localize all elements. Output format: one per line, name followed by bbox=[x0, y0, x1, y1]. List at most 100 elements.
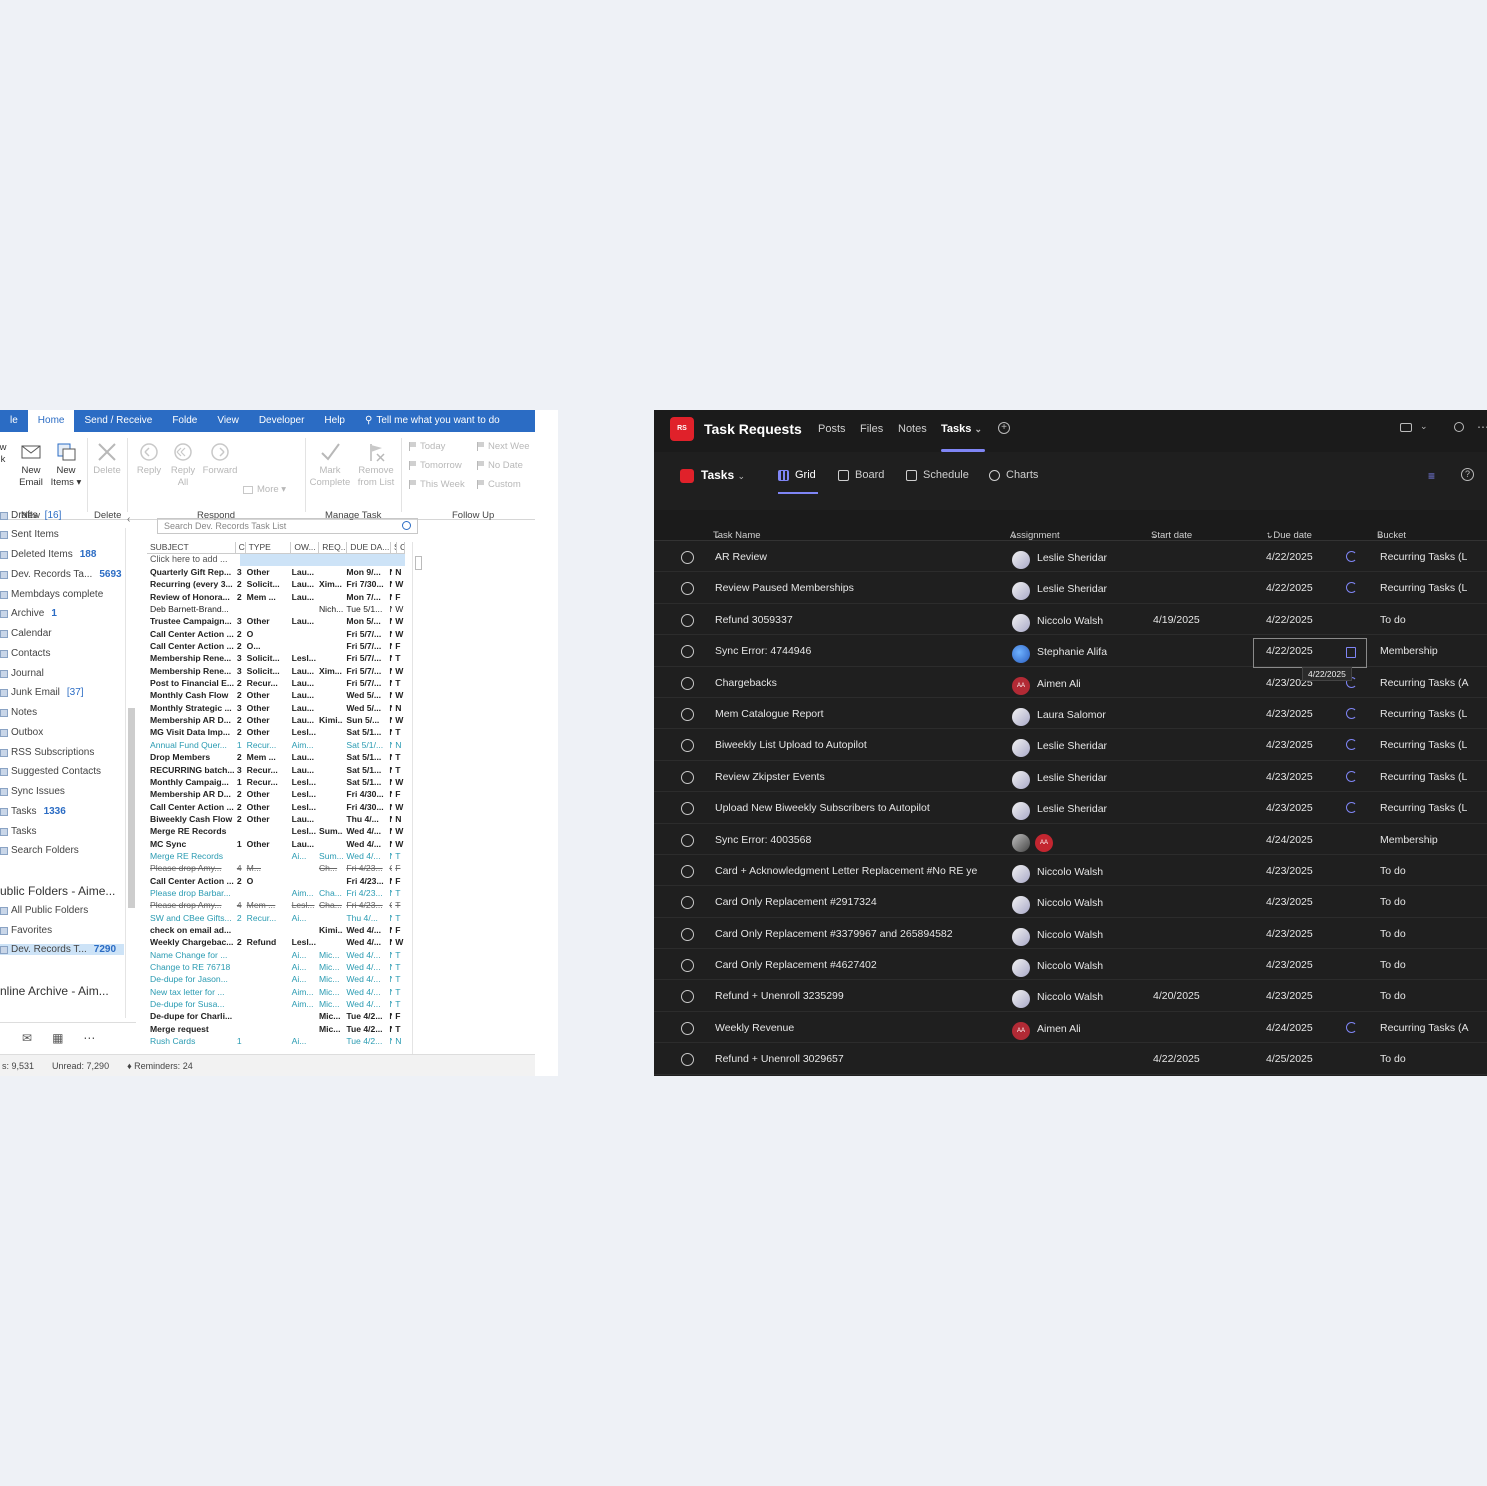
task-row[interactable]: Please drop Barbar... Aim... Cha... Fri 4/2… bbox=[147, 887, 405, 899]
task-row[interactable]: Refund + Unenroll 3235299 Niccolo Walsh 4/… bbox=[654, 980, 1487, 1012]
add-task-row[interactable]: Click here to add ... bbox=[147, 554, 405, 566]
due-date[interactable]: 4/24/2025 bbox=[1266, 1022, 1313, 1034]
complete-task-checkbox[interactable] bbox=[681, 613, 694, 627]
task-row[interactable]: Trustee Campaign... 3 Other Lau... Mon 5/...… bbox=[147, 615, 405, 627]
assignee-name[interactable]: Leslie Sheridar bbox=[1037, 772, 1107, 784]
due-date[interactable]: 4/22/2025 bbox=[1266, 551, 1313, 563]
assignee-avatar[interactable]: AA bbox=[1012, 676, 1030, 695]
complete-task-checkbox[interactable] bbox=[681, 1021, 694, 1035]
task-row[interactable]: Review Paused Memberships Leslie Sheridar… bbox=[654, 572, 1487, 604]
task-name[interactable]: Card Only Replacement #4627402 bbox=[715, 959, 877, 971]
delete-button[interactable]: Delete bbox=[92, 442, 122, 477]
public-folder-item[interactable]: Favorites bbox=[0, 925, 52, 936]
task-row[interactable]: Sync Error: 4003568 AA 4/24/2025 Membership bbox=[654, 824, 1487, 855]
complete-task-checkbox[interactable] bbox=[681, 551, 694, 564]
online-archive-header[interactable]: nline Archive - Aim... bbox=[0, 984, 109, 998]
view-board[interactable]: Board bbox=[838, 469, 884, 481]
assignee-name[interactable]: Aimen Ali bbox=[1037, 1023, 1081, 1035]
assignee-avatar[interactable] bbox=[1012, 990, 1030, 1009]
assignee-avatar[interactable] bbox=[1012, 864, 1030, 883]
task-row[interactable]: Deb Barnett-Brand...Nich...Tue 5/1...NW bbox=[147, 603, 405, 615]
assignee-avatar[interactable] bbox=[1012, 739, 1030, 758]
calendar-icon[interactable]: ▦ bbox=[52, 1031, 63, 1045]
complete-task-checkbox[interactable] bbox=[681, 927, 694, 941]
task-name[interactable]: Card Only Replacement #2917324 bbox=[715, 896, 877, 908]
bucket-name[interactable]: Recurring Tasks (L bbox=[1380, 551, 1467, 563]
task-row[interactable]: Card + Acknowledgment Letter Replacement… bbox=[654, 855, 1487, 887]
due-date-edit-cell[interactable] bbox=[1253, 638, 1367, 668]
task-name[interactable]: Refund + Unenroll 3029657 bbox=[715, 1053, 844, 1065]
assignee-avatar[interactable] bbox=[1012, 582, 1030, 601]
complete-task-checkbox[interactable] bbox=[681, 676, 694, 690]
complete-task-checkbox[interactable] bbox=[681, 990, 694, 1004]
assignee-name[interactable]: Niccolo Walsh bbox=[1037, 929, 1103, 941]
bucket-name[interactable]: To do bbox=[1380, 865, 1406, 877]
more-button[interactable]: More ▾ bbox=[243, 484, 286, 495]
more-dots-icon[interactable]: ⋯ bbox=[83, 1031, 95, 1045]
due-date[interactable]: 4/25/2025 bbox=[1266, 1053, 1313, 1065]
task-name[interactable]: Weekly Revenue bbox=[715, 1022, 794, 1034]
folder-item[interactable]: Dev. Records Ta... 5693 bbox=[0, 569, 122, 580]
assignee-avatar[interactable] bbox=[1012, 833, 1030, 852]
column-header-type[interactable]: TYPE bbox=[246, 542, 292, 553]
tab-notes[interactable]: Notes bbox=[898, 423, 927, 435]
task-row[interactable]: Card Only Replacement #3379967 and 26589… bbox=[654, 918, 1487, 950]
assignee-avatar[interactable] bbox=[1012, 645, 1030, 664]
task-row[interactable]: Membership AR D... 2 Other Lesl... Fri 4/30.… bbox=[147, 788, 405, 800]
task-name[interactable]: Chargebacks bbox=[715, 677, 777, 689]
task-row[interactable]: RECURRING batch... 3 Recur... Lau... Sat 5/1… bbox=[147, 764, 405, 776]
task-name[interactable]: Mem Catalogue Report bbox=[715, 708, 824, 720]
task-row[interactable]: Card Only Replacement #2917324 Niccolo Wa… bbox=[654, 886, 1487, 918]
due-date[interactable]: 4/23/2025 bbox=[1266, 990, 1313, 1002]
folder-item[interactable]: Drafts [16] bbox=[0, 510, 61, 521]
remove-from-list-button[interactable]: Remove from List bbox=[354, 442, 398, 489]
start-date[interactable]: 4/22/2025 bbox=[1153, 1053, 1200, 1065]
task-row[interactable]: De-dupe for Susa... Aim... Mic... Wed 4/...… bbox=[147, 998, 405, 1010]
complete-task-checkbox[interactable] bbox=[681, 1053, 694, 1067]
bucket-name[interactable]: Recurring Tasks (L bbox=[1380, 771, 1467, 783]
task-row[interactable]: SW and CBee Gifts... 2 Recur... Ai... Thu 4/… bbox=[147, 912, 405, 924]
task-row[interactable]: Mem Catalogue Report Laura Salomor 4/23/20… bbox=[654, 698, 1487, 730]
task-row[interactable]: Merge RE RecordsAi...Sum...Wed 4/...NT bbox=[147, 850, 405, 862]
task-name[interactable]: Review Paused Memberships bbox=[715, 582, 854, 594]
column-header-owner[interactable]: OW... bbox=[291, 542, 320, 553]
video-call-icon[interactable] bbox=[1400, 423, 1412, 432]
task-row[interactable]: Name Change for ...Ai...Mic...Wed 4/...N… bbox=[147, 949, 405, 961]
task-row[interactable]: Monthly Strategic ... 3 Other Lau... Wed 5/.… bbox=[147, 702, 405, 714]
column-header-due-date[interactable]: DUE DA... bbox=[347, 542, 392, 553]
reply-button[interactable]: Reply bbox=[134, 442, 164, 477]
bucket-name[interactable]: Recurring Tasks (L bbox=[1380, 582, 1467, 594]
bucket-name[interactable]: To do bbox=[1380, 959, 1406, 971]
flag-no-date-button[interactable]: No Date bbox=[477, 460, 523, 471]
task-row[interactable]: Call Center Action ...2OFri 4/23...NF bbox=[147, 875, 405, 887]
flag-today-button[interactable]: Today bbox=[409, 441, 445, 452]
task-row[interactable]: Biweekly List Upload to Autopilot Leslie … bbox=[654, 729, 1487, 761]
bucket-name[interactable]: To do bbox=[1380, 1053, 1406, 1065]
tab-view[interactable]: View bbox=[207, 410, 249, 432]
bucket-name[interactable]: Recurring Tasks (L bbox=[1380, 739, 1467, 751]
folder-item[interactable]: Membdays complete bbox=[0, 589, 103, 600]
assignee-name[interactable]: Aimen Ali bbox=[1037, 678, 1081, 690]
assignee-avatar[interactable] bbox=[1012, 896, 1030, 915]
task-row[interactable]: AR Review Leslie Sheridar 4/22/2025 Recurri… bbox=[654, 541, 1487, 573]
bucket-name[interactable]: Recurring Tasks (A bbox=[1380, 1022, 1469, 1034]
assignee-name[interactable]: Leslie Sheridar bbox=[1037, 803, 1107, 815]
due-date[interactable]: 4/23/2025 bbox=[1266, 739, 1313, 751]
assignee-avatar[interactable] bbox=[1012, 802, 1030, 821]
more-options-icon[interactable]: ⋯ bbox=[1477, 420, 1487, 434]
assignee-name[interactable]: Niccolo Walsh bbox=[1037, 897, 1103, 909]
task-row[interactable]: Change to RE 76718Ai...Mic...Wed 4/...NT bbox=[147, 961, 405, 973]
task-row[interactable]: Merge requestMic...Tue 4/2...NT bbox=[147, 1023, 405, 1035]
assignee-avatar[interactable] bbox=[1012, 613, 1030, 632]
folder-scrollbar-thumb[interactable] bbox=[128, 708, 135, 908]
task-name[interactable]: Sync Error: 4003568 bbox=[715, 834, 811, 846]
tell-me-box[interactable]: ⚲ Tell me what you want to do bbox=[355, 410, 510, 432]
folder-item[interactable]: Junk Email [37] bbox=[0, 687, 84, 698]
due-date[interactable]: 4/22/2025 bbox=[1266, 614, 1313, 626]
task-row[interactable]: Weekly Chargebac... 2 Refund Lesl... Wed 4/.… bbox=[147, 936, 405, 948]
complete-task-checkbox[interactable] bbox=[681, 802, 694, 816]
folder-item[interactable]: Search Folders bbox=[0, 845, 79, 856]
column-header-requested[interactable]: REQ... bbox=[319, 542, 348, 553]
bucket-name[interactable]: Membership bbox=[1380, 645, 1438, 657]
task-name[interactable]: Refund + Unenroll 3235299 bbox=[715, 990, 844, 1002]
